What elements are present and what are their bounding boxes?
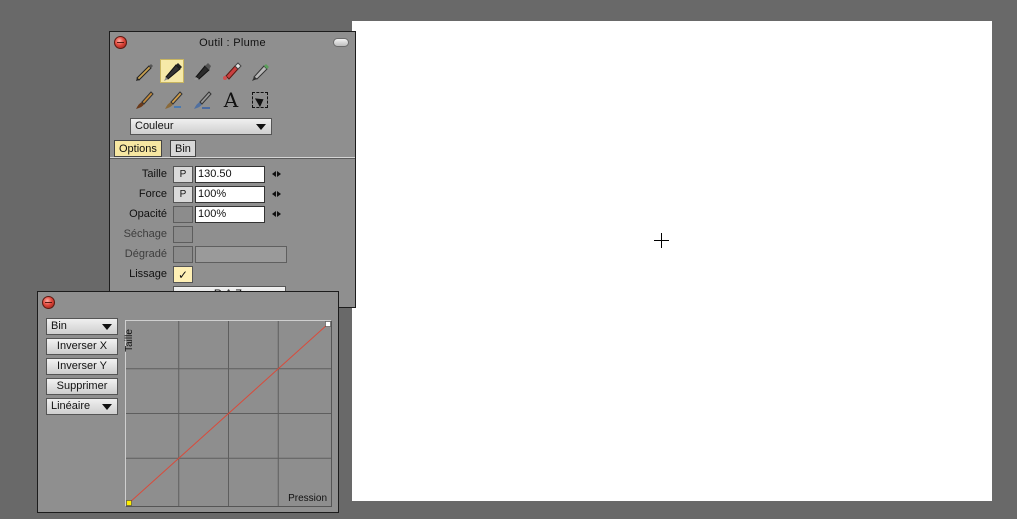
mode-select[interactable]: Couleur <box>130 118 272 135</box>
close-button[interactable] <box>42 296 55 309</box>
airbrush-icon[interactable] <box>219 59 243 83</box>
tab-bin[interactable]: Bin <box>170 140 196 157</box>
curve-source-select[interactable]: Bin <box>46 318 118 335</box>
pen-icon[interactable] <box>160 59 184 83</box>
force-pressure-toggle[interactable]: P <box>173 186 193 203</box>
opacity-input[interactable]: 100% <box>195 206 265 223</box>
curve-start-point[interactable] <box>126 500 132 506</box>
force-input[interactable]: 100% <box>195 186 265 203</box>
drying-checkbox[interactable] <box>173 226 193 243</box>
chevron-down-icon <box>102 324 112 330</box>
chevron-down-icon <box>102 404 112 410</box>
y-axis-label: Taille <box>123 329 135 352</box>
invert-y-button[interactable]: Inverser Y <box>46 358 118 375</box>
text-icon[interactable]: A <box>219 88 243 112</box>
pressure-curve-panel: Bin Inverser X Inverser Y Supprimer Liné… <box>37 291 339 513</box>
delete-button[interactable]: Supprimer <box>46 378 118 395</box>
curve-plot <box>126 321 331 506</box>
eraser-pencil-icon[interactable] <box>248 59 272 83</box>
tab-bin-label: Bin <box>175 143 191 155</box>
gradient-label: Dégradé <box>124 248 167 260</box>
panel-title: Outil : Plume <box>199 37 266 49</box>
curve-end-point[interactable] <box>325 321 331 327</box>
pencil-icon[interactable] <box>132 59 156 83</box>
collapse-button[interactable] <box>333 38 349 47</box>
tab-options[interactable]: Options <box>114 140 162 157</box>
smoothing-label: Lissage <box>129 268 167 280</box>
drying-label: Séchage <box>123 228 167 240</box>
interpolation-value: Linéaire <box>51 400 91 412</box>
tab-options-label: Options <box>119 143 157 155</box>
flat-brush-icon[interactable] <box>190 88 214 112</box>
selection-icon[interactable] <box>248 88 272 112</box>
selection-marquee-icon <box>252 92 268 108</box>
force-stepper-icon[interactable] <box>272 189 282 199</box>
invert-x-button[interactable]: Inverser X <box>46 338 118 355</box>
size-label: Taille <box>141 168 167 180</box>
text-tool-glyph: A <box>223 88 239 112</box>
brush-icon[interactable] <box>132 88 156 112</box>
gradient-field <box>195 246 287 263</box>
x-axis-label: Pression <box>288 493 327 504</box>
opacity-label: Opacité <box>129 208 167 220</box>
wet-brush-icon[interactable] <box>161 88 185 112</box>
opacity-pressure-toggle[interactable] <box>173 206 193 223</box>
curve-source-value: Bin <box>51 320 67 332</box>
pressure-curve-graph[interactable]: Taille Pression <box>123 320 332 507</box>
tab-divider <box>110 157 355 159</box>
tool-panel-titlebar[interactable]: Outil : Plume <box>110 32 355 54</box>
size-input[interactable]: 130.50 <box>195 166 265 183</box>
checkmark-icon: ✓ <box>178 268 189 282</box>
tool-options-panel: Outil : Plume A Couleur Options Bin Tail… <box>109 31 356 308</box>
opacity-stepper-icon[interactable] <box>272 209 282 219</box>
drawing-canvas[interactable] <box>352 21 992 501</box>
chevron-down-icon <box>256 124 266 130</box>
smoothing-checkbox[interactable]: ✓ <box>173 266 193 283</box>
gradient-checkbox[interactable] <box>173 246 193 263</box>
mode-select-value: Couleur <box>135 120 174 132</box>
size-stepper-icon[interactable] <box>272 169 282 179</box>
crosshair-cursor-icon <box>654 233 669 248</box>
interpolation-select[interactable]: Linéaire <box>46 398 118 415</box>
marker-icon[interactable] <box>190 59 214 83</box>
size-pressure-toggle[interactable]: P <box>173 166 193 183</box>
force-label: Force <box>138 188 167 200</box>
